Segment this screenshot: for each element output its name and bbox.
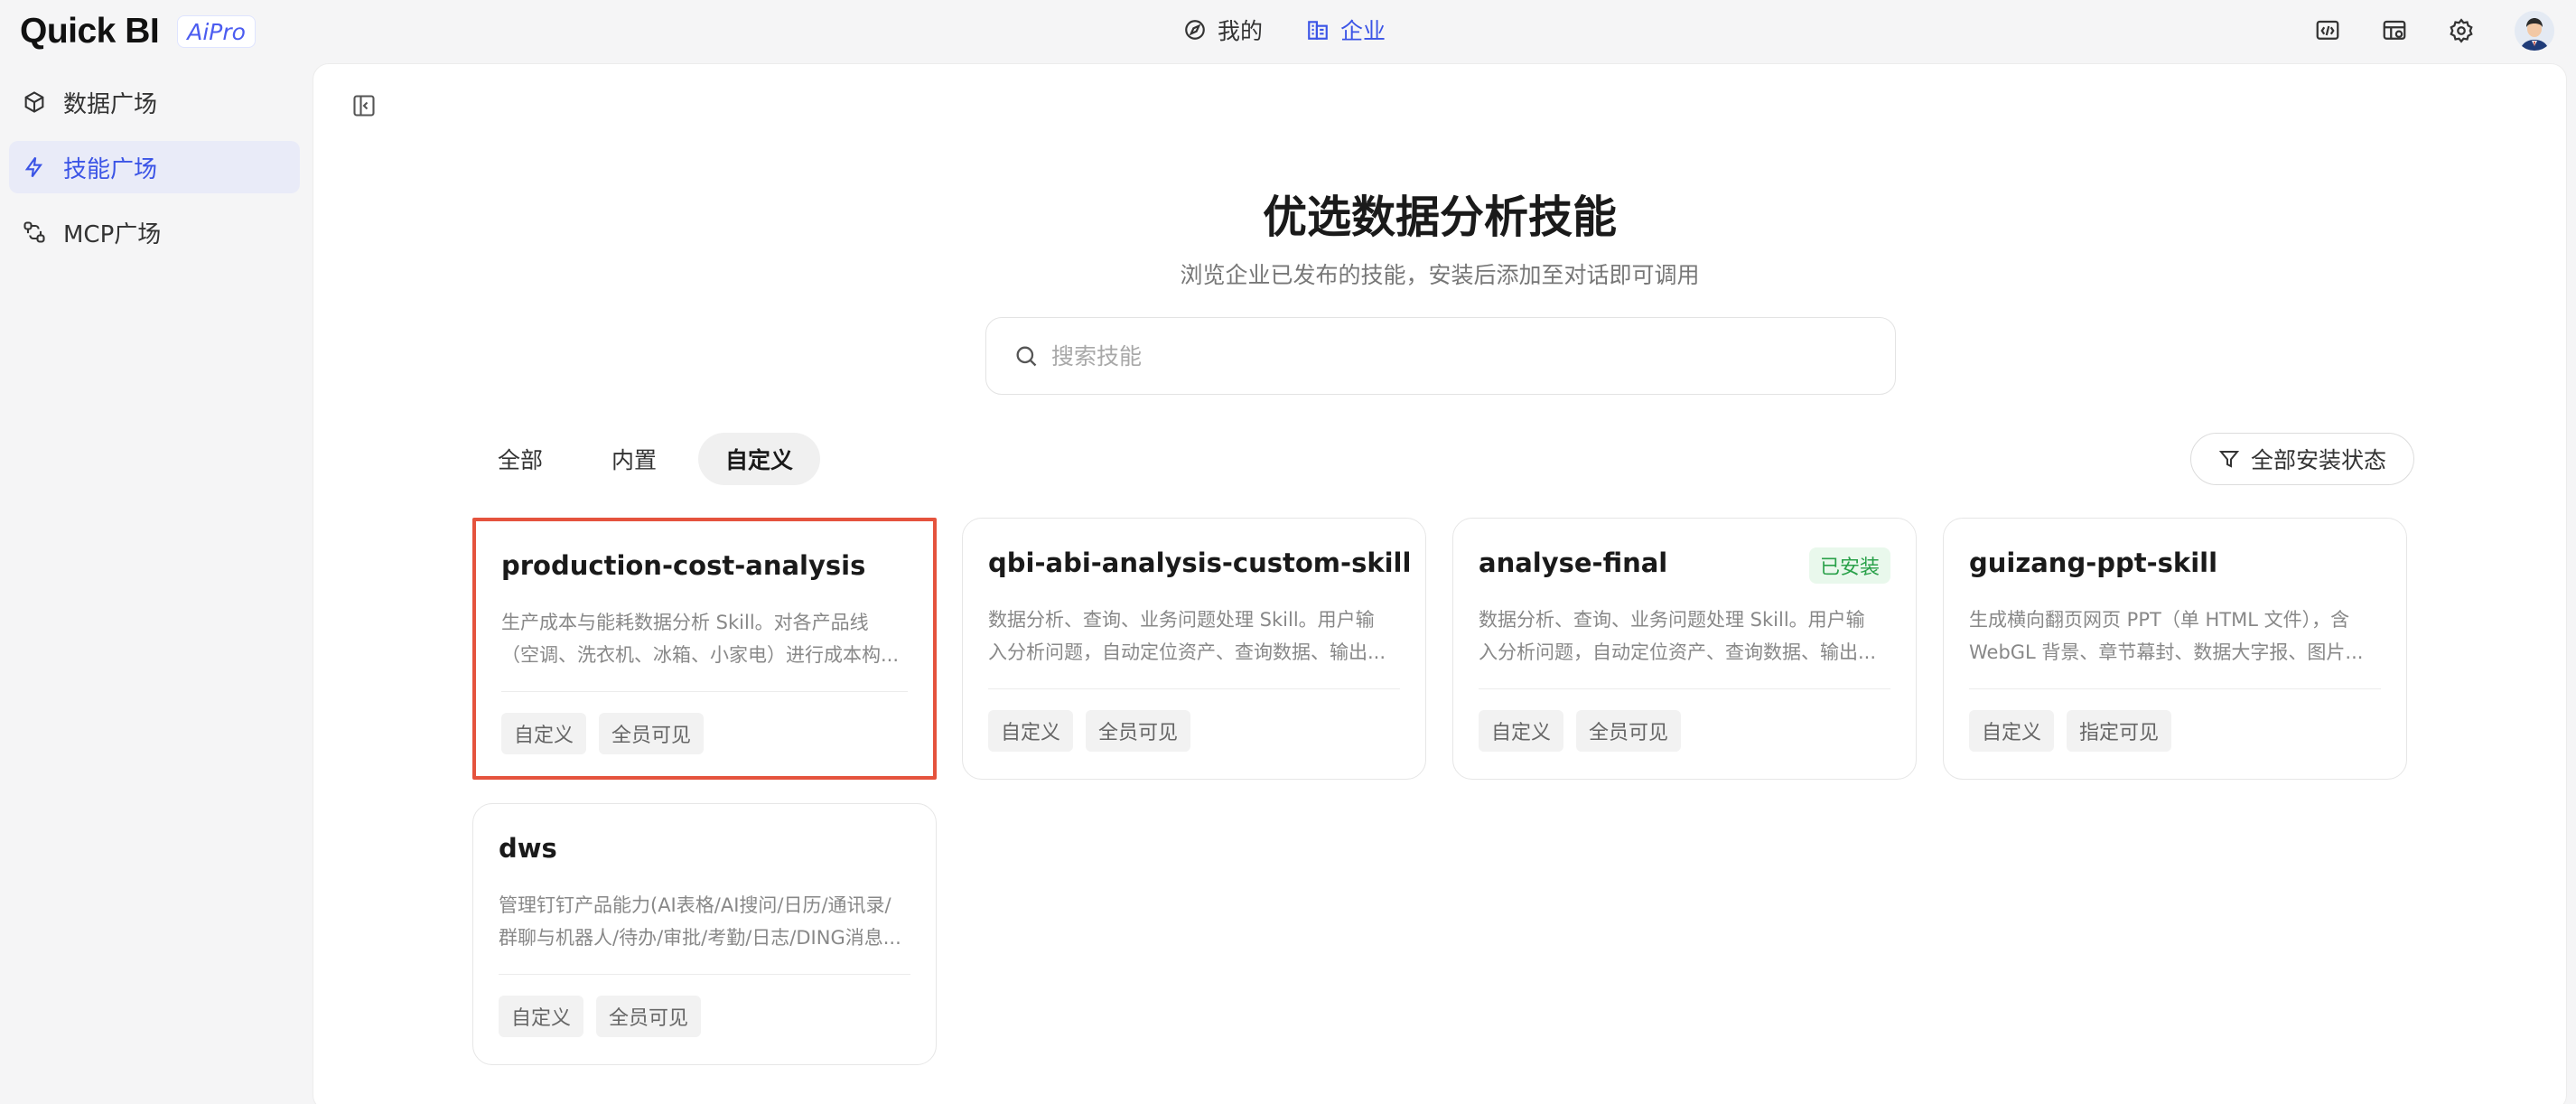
tag-visibility: 全员可见 xyxy=(599,713,705,754)
page-title: 优选数据分析技能 xyxy=(1262,192,1617,243)
top-nav: 我的 企业 xyxy=(1183,13,1386,47)
card-desc-line: （空调、洗衣机、冰箱、小家电）进行成本构... xyxy=(501,644,900,666)
tag-type: 自定义 xyxy=(1969,710,2055,752)
card-title: qbi-abi-analysis-custom-skill xyxy=(988,547,1412,578)
logo-badge: AiPro xyxy=(177,15,256,48)
skill-card-dws[interactable]: dws 管理钉钉产品能力(AI表格/AI搜问/日历/通讯录/ 群聊与机器人/待办… xyxy=(472,803,937,1065)
installed-badge: 已安装 xyxy=(1808,547,1890,584)
top-bar: Quick BI AiPro 我的 企业 xyxy=(0,0,2576,63)
card-desc-line: 数据分析、查询、业务问题处理 Skill。用户输 xyxy=(988,609,1375,631)
tag-type: 自定义 xyxy=(988,710,1074,752)
filter-icon xyxy=(2218,451,2240,468)
card-title: production-cost-analysis xyxy=(501,550,866,581)
sidebar-item-mcp-plaza[interactable]: MCP广场 xyxy=(9,206,300,258)
filter-tabs: 全部 内置 自定义 xyxy=(471,433,821,485)
code-window-icon[interactable] xyxy=(2314,17,2341,44)
card-title: analyse-final xyxy=(1479,547,1668,578)
skill-card-analyse-final[interactable]: analyse-final 已安装 数据分析、查询、业务问题处理 Skill。用… xyxy=(1452,518,1917,780)
card-description: 数据分析、查询、业务问题处理 Skill。用户输 入分析问题，自动定位资产、查询… xyxy=(1479,603,1890,669)
tag-visibility: 全员可见 xyxy=(596,996,702,1037)
sidebar-item-data-plaza[interactable]: 数据广场 xyxy=(9,76,300,128)
search-box[interactable] xyxy=(985,317,1896,395)
topnav-item-mine[interactable]: 我的 xyxy=(1183,14,1263,46)
skill-card-guizang-ppt-skill[interactable]: guizang-ppt-skill 生成横向翻页网页 PPT（单 HTML 文件… xyxy=(1943,518,2407,780)
card-desc-line: 生产成本与能耗数据分析 Skill。对各产品线 xyxy=(501,612,869,633)
card-desc-line: 入分析问题，自动定位资产、查询数据、输出... xyxy=(1479,641,1877,663)
card-desc-line: WebGL 背景、章节幕封、数据大字报、图片... xyxy=(1969,641,2364,663)
tag-visibility: 全员可见 xyxy=(1086,710,1191,752)
topnav-label-mine: 我的 xyxy=(1218,18,1264,44)
compass-icon xyxy=(1185,20,1205,40)
card-desc-line: 群聊与机器人/待办/审批/考勤/日志/DING消息... xyxy=(499,927,901,949)
card-description: 生成横向翻页网页 PPT（单 HTML 文件），含 WebGL 背景、章节幕封、… xyxy=(1969,603,2381,669)
card-description: 生产成本与能耗数据分析 Skill。对各产品线 （空调、洗衣机、冰箱、小家电）进… xyxy=(501,606,913,671)
sidebar-item-skill-plaza[interactable]: 技能广场 xyxy=(9,141,300,193)
tag-visibility: 指定可见 xyxy=(2067,710,2172,752)
install-status-filter-button[interactable]: 全部安装状态 xyxy=(2190,433,2414,485)
skill-card-production-cost-analysis[interactable]: production-cost-analysis 生产成本与能耗数据分析 Ski… xyxy=(472,518,937,780)
avatar[interactable] xyxy=(2515,11,2554,51)
tag-visibility: 全员可见 xyxy=(1576,710,1682,752)
skill-card-qbi-abi-analysis-custom-skill[interactable]: qbi-abi-analysis-custom-skill 数据分析、查询、业务… xyxy=(962,518,1426,780)
card-tags: 自定义 全员可见 xyxy=(988,710,1191,752)
main-panel: 优选数据分析技能 浏览企业已发布的技能，安装后添加至对话即可调用 全部 内置 自… xyxy=(313,63,2567,1104)
search-input[interactable] xyxy=(1051,342,1864,370)
card-tags: 自定义 全员可见 xyxy=(499,996,702,1037)
building-icon xyxy=(1308,21,1328,40)
card-divider xyxy=(499,974,910,975)
link-nodes-icon xyxy=(23,221,45,243)
dashboard-settings-icon[interactable] xyxy=(2381,17,2408,44)
card-desc-line: 生成横向翻页网页 PPT（单 HTML 文件），含 xyxy=(1969,609,2350,631)
sidebar-item-label: MCP广场 xyxy=(63,220,162,248)
card-divider xyxy=(1479,688,1890,689)
card-desc-line: 数据分析、查询、业务问题处理 Skill。用户输 xyxy=(1479,609,1865,631)
card-divider xyxy=(1969,688,2381,689)
card-tags: 自定义 全员可见 xyxy=(1479,710,1682,752)
page-subtitle: 浏览企业已发布的技能，安装后添加至对话即可调用 xyxy=(1180,262,1700,288)
topnav-item-enterprise[interactable]: 企业 xyxy=(1306,14,1386,46)
card-description: 数据分析、查询、业务问题处理 Skill。用户输 入分析问题，自动定位资产、查询… xyxy=(988,603,1400,669)
app-logo[interactable]: Quick BI AiPro xyxy=(20,11,256,52)
sidebar-item-label: 数据广场 xyxy=(63,90,158,118)
card-title: guizang-ppt-skill xyxy=(1969,547,2218,578)
tag-type: 自定义 xyxy=(501,713,587,754)
topnav-label-enterprise: 企业 xyxy=(1340,18,1386,44)
card-tags: 自定义 指定可见 xyxy=(1969,710,2172,752)
tag-type: 自定义 xyxy=(1479,710,1564,752)
card-divider xyxy=(501,691,908,692)
logo-text: Quick BI xyxy=(20,12,160,51)
filter-label: 全部安装状态 xyxy=(2250,447,2386,473)
top-right-actions xyxy=(2314,11,2554,51)
card-title: dws xyxy=(499,833,557,864)
tab-builtin[interactable]: 内置 xyxy=(584,433,684,485)
sidebar: 数据广场 技能广场 MCP广场 xyxy=(0,63,313,1104)
card-description: 管理钉钉产品能力(AI表格/AI搜问/日历/通讯录/ 群聊与机器人/待办/审批/… xyxy=(499,889,910,954)
card-desc-line: 管理钉钉产品能力(AI表格/AI搜问/日历/通讯录/ xyxy=(499,894,891,916)
cube-icon xyxy=(24,91,44,113)
collapse-sidebar-icon[interactable] xyxy=(351,93,377,118)
tag-type: 自定义 xyxy=(499,996,584,1037)
sidebar-item-label: 技能广场 xyxy=(63,155,158,183)
card-divider xyxy=(988,688,1400,689)
search-icon xyxy=(1016,346,1037,367)
tab-custom[interactable]: 自定义 xyxy=(698,433,821,485)
gear-icon[interactable] xyxy=(2448,17,2475,44)
tab-all[interactable]: 全部 xyxy=(471,433,570,485)
card-desc-line: 入分析问题，自动定位资产、查询数据、输出... xyxy=(988,641,1386,663)
card-tags: 自定义 全员可见 xyxy=(501,713,705,754)
lightning-icon xyxy=(24,156,43,178)
